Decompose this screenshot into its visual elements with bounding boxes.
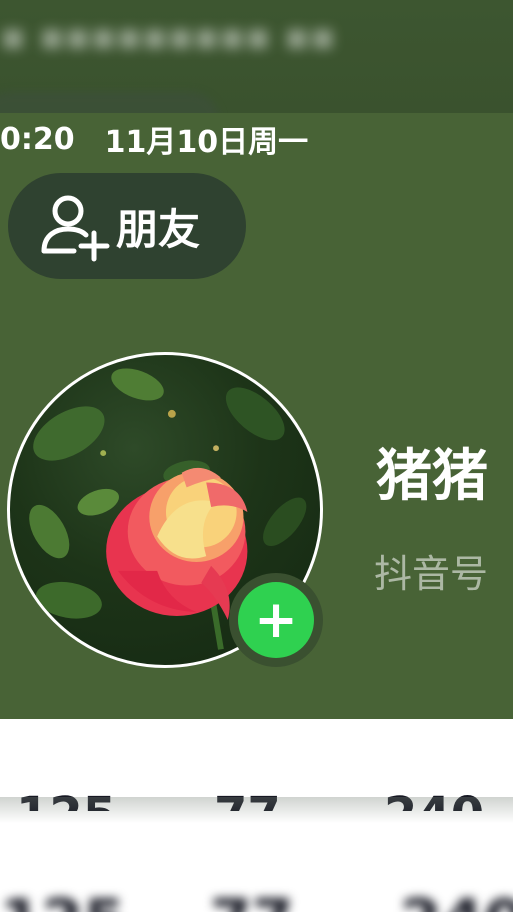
profile-nickname: 猪猪 bbox=[376, 444, 488, 509]
blurred-stat-second: 77 bbox=[210, 887, 294, 912]
screen: ▪ ▪▪▪▪▪▪▪▪▪ ▪▪ 0:20 11月10日周一 朋友 + 猪猪 抖音号 bbox=[0, 0, 513, 912]
add-friend-label: 朋友 bbox=[116, 204, 201, 254]
status-date: 11月10日周一 bbox=[104, 125, 309, 160]
blurred-backdrop-text: ▪ ▪▪▪▪▪▪▪▪▪ ▪▪ bbox=[0, 14, 336, 58]
douyin-id-label: 抖音号 bbox=[374, 552, 489, 596]
divider bbox=[0, 797, 513, 823]
add-friend-button[interactable]: 朋友 bbox=[8, 173, 246, 279]
blurred-stats-row: 125 77 240 bbox=[0, 869, 513, 912]
add-user-icon bbox=[41, 195, 110, 262]
plus-icon: + bbox=[238, 582, 314, 658]
status-bar: 0:20 11月10日周一 bbox=[0, 119, 309, 161]
blurred-stat-first: 125 bbox=[0, 887, 125, 912]
blurred-stat-third: 240 bbox=[400, 887, 513, 912]
profile-header: 0:20 11月10日周一 朋友 + 猪猪 抖音号 bbox=[0, 113, 513, 719]
status-time: 0:20 bbox=[0, 121, 75, 157]
follow-button[interactable]: + bbox=[229, 573, 323, 667]
blurred-backdrop: ▪ ▪▪▪▪▪▪▪▪▪ ▪▪ bbox=[0, 0, 513, 118]
profile-body: 125 77 240 125 77 240 bbox=[0, 719, 513, 912]
